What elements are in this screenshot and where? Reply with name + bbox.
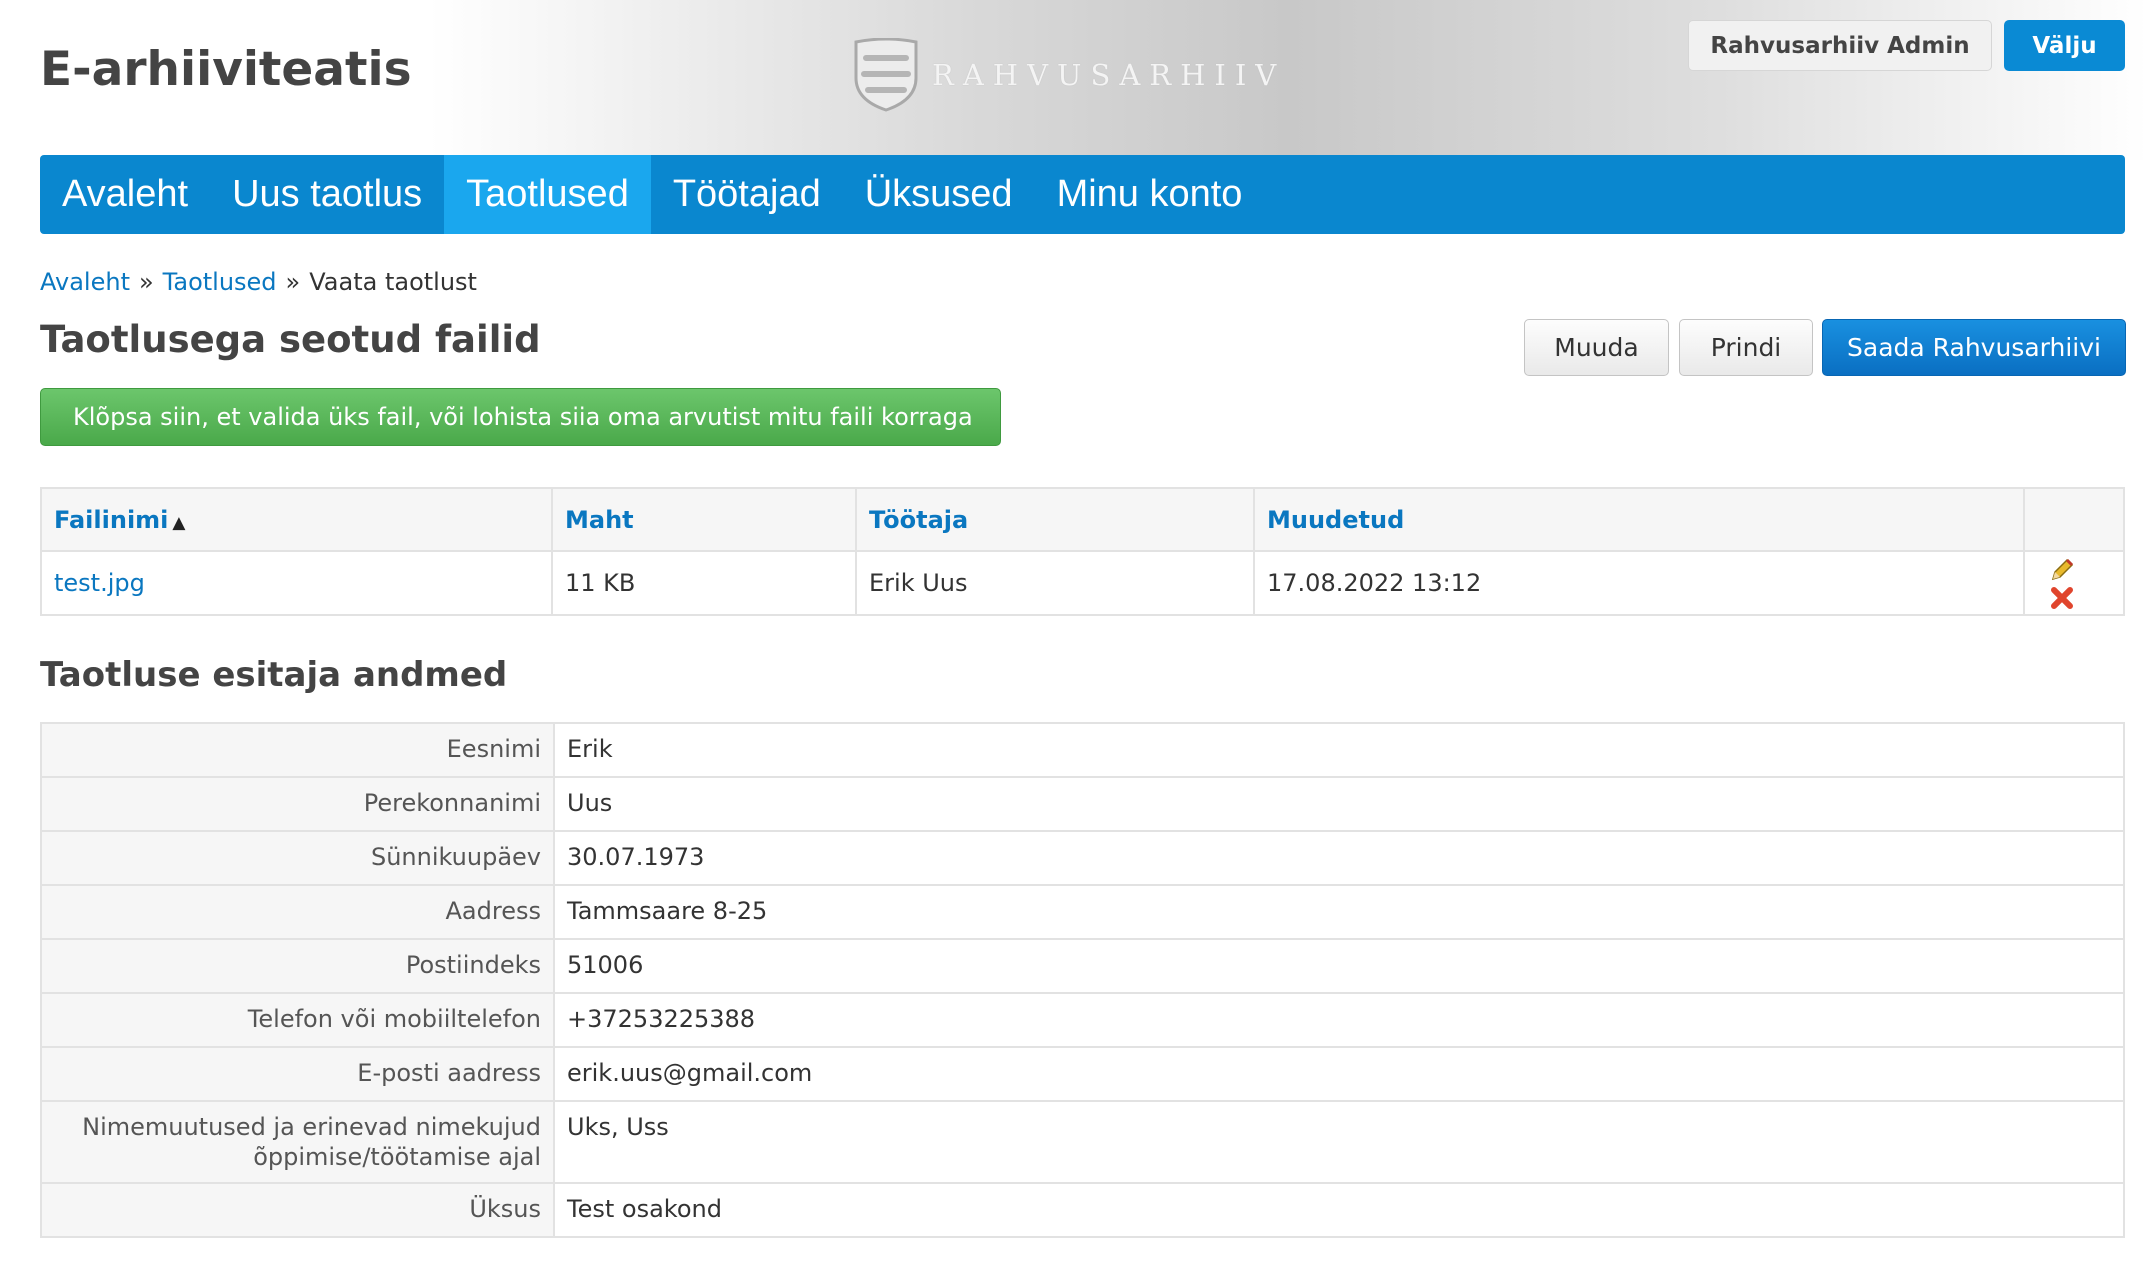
- column-modified[interactable]: Muudetud: [1253, 487, 2025, 552]
- table-row: test.jpg 11 KB Erik Uus 17.08.2022 13:12: [40, 550, 2125, 616]
- user-account-button[interactable]: Rahvusarhiiv Admin: [1688, 20, 1992, 71]
- files-section-title: Taotlusega seotud failid: [40, 318, 541, 361]
- field-label: E-posti aadress: [40, 1046, 555, 1102]
- file-name-link[interactable]: test.jpg: [40, 550, 553, 616]
- info-row-postal-code: Postiindeks 51006: [40, 938, 2125, 994]
- breadcrumb-applications-link[interactable]: Taotlused: [163, 268, 277, 296]
- field-label: Nimemuutused ja erinevad nimekujud õppim…: [40, 1100, 555, 1184]
- info-row-phone: Telefon või mobiiltelefon +37253225388: [40, 992, 2125, 1048]
- breadcrumb-separator: »: [285, 268, 301, 296]
- field-value: +37253225388: [553, 992, 2125, 1048]
- field-value: Uks, Uss: [553, 1100, 2125, 1184]
- column-actions: [2023, 487, 2125, 552]
- info-row-unit: Üksus Test osakond: [40, 1182, 2125, 1238]
- main-nav: Avaleht Uus taotlus Taotlused Töötajad Ü…: [40, 155, 2125, 234]
- field-value: 30.07.1973: [553, 830, 2125, 886]
- info-row-name-changes: Nimemuutused ja erinevad nimekujud õppim…: [40, 1100, 2125, 1184]
- column-filename-label: Failinimi: [54, 505, 169, 534]
- pencil-icon[interactable]: [2049, 557, 2075, 583]
- field-label: Eesnimi: [40, 722, 555, 778]
- nav-item-taotlused[interactable]: Taotlused: [444, 155, 651, 234]
- files-table: Failinimi ▲ Maht Töötaja Muudetud test.jp…: [40, 487, 2125, 616]
- logo-text: RAHVUSARHIIV: [932, 58, 1286, 92]
- info-row-birth-date: Sünnikuupäev 30.07.1973: [40, 830, 2125, 886]
- logout-button[interactable]: Välju: [2004, 20, 2125, 71]
- breadcrumb-separator: »: [138, 268, 154, 296]
- field-label: Üksus: [40, 1182, 555, 1238]
- files-table-header: Failinimi ▲ Maht Töötaja Muudetud: [40, 487, 2125, 552]
- field-value: Test osakond: [553, 1182, 2125, 1238]
- breadcrumb: Avaleht » Taotlused » Vaata taotlust: [40, 268, 477, 296]
- row-actions: [2023, 550, 2125, 616]
- info-row-email: E-posti aadress erik.uus@gmail.com: [40, 1046, 2125, 1102]
- field-value: erik.uus@gmail.com: [553, 1046, 2125, 1102]
- column-worker[interactable]: Töötaja: [855, 487, 1255, 552]
- breadcrumb-home-link[interactable]: Avaleht: [40, 268, 130, 296]
- field-label: Telefon või mobiiltelefon: [40, 992, 555, 1048]
- edit-button[interactable]: Muuda: [1524, 319, 1669, 376]
- rahvusarhiiv-logo[interactable]: RAHVUSARHIIV: [850, 38, 1285, 112]
- field-label: Postiindeks: [40, 938, 555, 994]
- column-size[interactable]: Maht: [551, 487, 857, 552]
- info-row-first-name: Eesnimi Erik: [40, 722, 2125, 778]
- file-size: 11 KB: [551, 550, 857, 616]
- sort-ascending-icon: ▲: [172, 512, 186, 533]
- nav-item-uus-taotlus[interactable]: Uus taotlus: [210, 155, 444, 234]
- file-worker: Erik Uus: [855, 550, 1255, 616]
- field-label: Perekonnanimi: [40, 776, 555, 832]
- applicant-section-title: Taotluse esitaja andmed: [40, 655, 508, 695]
- field-label: Sünnikuupäev: [40, 830, 555, 886]
- file-modified: 17.08.2022 13:12: [1253, 550, 2025, 616]
- field-value: Uus: [553, 776, 2125, 832]
- nav-item-avaleht[interactable]: Avaleht: [40, 155, 210, 234]
- file-upload-dropzone[interactable]: Klõpsa siin, et valida üks fail, või loh…: [40, 388, 1001, 446]
- breadcrumb-current: Vaata taotlust: [309, 268, 477, 296]
- field-value: Tammsaare 8-25: [553, 884, 2125, 940]
- delete-icon[interactable]: [2049, 585, 2075, 611]
- field-value: Erik: [553, 722, 2125, 778]
- field-value: 51006: [553, 938, 2125, 994]
- coat-of-arms-icon: [854, 38, 918, 112]
- info-row-last-name: Perekonnanimi Uus: [40, 776, 2125, 832]
- send-to-archive-button[interactable]: Saada Rahvusarhiivi: [1822, 319, 2126, 376]
- field-label: Aadress: [40, 884, 555, 940]
- column-filename[interactable]: Failinimi ▲: [40, 487, 553, 552]
- info-row-address: Aadress Tammsaare 8-25: [40, 884, 2125, 940]
- nav-item-minu-konto[interactable]: Minu konto: [1035, 155, 1265, 234]
- nav-item-tootajad[interactable]: Töötajad: [651, 155, 843, 234]
- nav-item-uksused[interactable]: Üksused: [843, 155, 1035, 234]
- applicant-info-table: Eesnimi Erik Perekonnanimi Uus Sünnikuup…: [40, 722, 2125, 1238]
- print-button[interactable]: Prindi: [1679, 319, 1813, 376]
- app-title: E-arhiiviteatis: [40, 42, 412, 97]
